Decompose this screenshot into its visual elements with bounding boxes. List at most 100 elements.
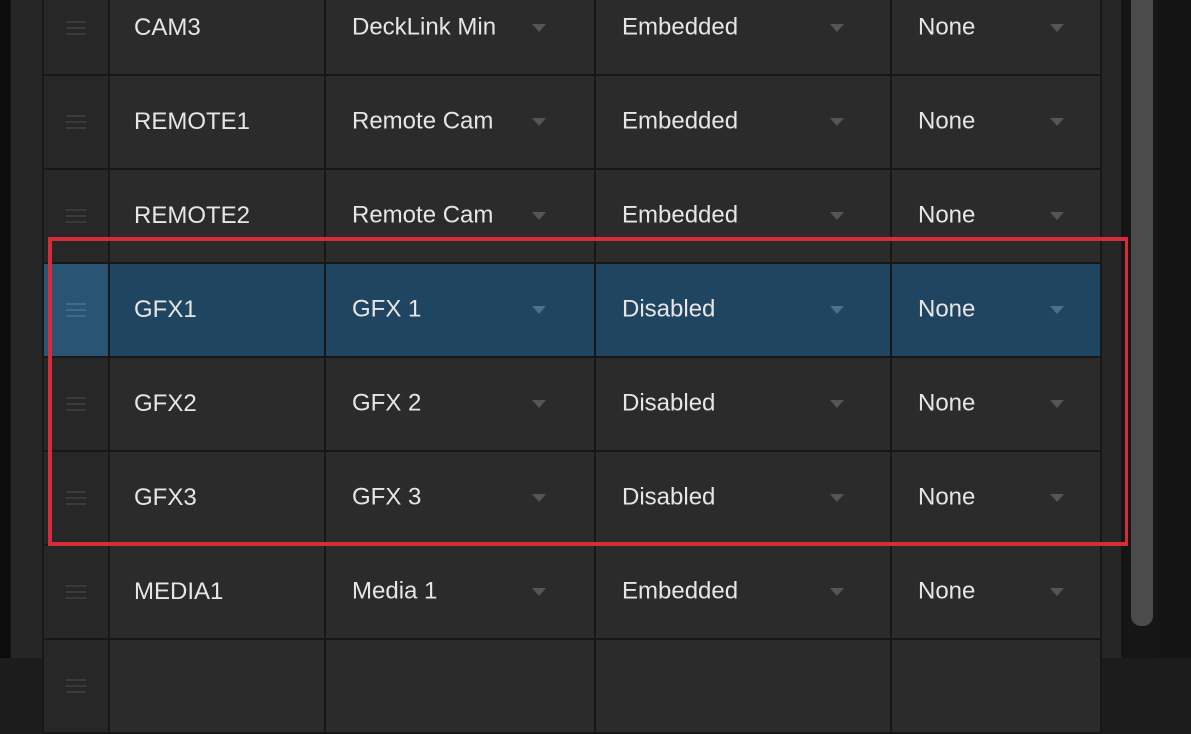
chevron-down-icon bbox=[532, 588, 546, 596]
audio-source-dropdown[interactable]: Disabled bbox=[594, 356, 892, 452]
video-source-dropdown[interactable]: Remote Cam bbox=[324, 74, 596, 170]
chevron-down-icon bbox=[830, 24, 844, 32]
input-name-cell[interactable]: GFX3 bbox=[108, 450, 326, 546]
chevron-down-icon bbox=[1050, 24, 1064, 32]
extra-option-dropdown[interactable]: None bbox=[890, 356, 1102, 452]
drag-handle[interactable] bbox=[42, 262, 110, 358]
chevron-down-icon bbox=[1050, 494, 1064, 502]
chevron-down-icon bbox=[532, 400, 546, 408]
input-name: GFX1 bbox=[134, 296, 197, 323]
drag-grip-icon bbox=[66, 21, 86, 35]
audio-source-dropdown[interactable]: Disabled bbox=[594, 450, 892, 546]
audio-source-dropdown-value: Disabled bbox=[622, 483, 716, 511]
extra-option-dropdown[interactable] bbox=[890, 638, 1102, 734]
chevron-down-icon bbox=[1050, 118, 1064, 126]
input-name: REMOTE2 bbox=[134, 202, 251, 229]
input-name: MEDIA1 bbox=[134, 578, 224, 605]
audio-source-dropdown-value: Embedded bbox=[622, 201, 739, 229]
drag-grip-icon bbox=[66, 303, 86, 317]
audio-source-dropdown[interactable]: Embedded bbox=[594, 168, 892, 264]
drag-handle[interactable] bbox=[42, 544, 110, 640]
input-name: GFX3 bbox=[134, 484, 197, 511]
chevron-down-icon bbox=[1050, 212, 1064, 220]
video-source-dropdown-value: Remote Cam bbox=[352, 107, 494, 135]
audio-source-dropdown[interactable]: Disabled bbox=[594, 262, 892, 358]
drag-handle[interactable] bbox=[42, 0, 110, 76]
video-source-dropdown[interactable] bbox=[324, 638, 596, 734]
extra-option-dropdown[interactable]: None bbox=[890, 0, 1102, 76]
drag-grip-icon bbox=[66, 209, 86, 223]
drag-grip-icon bbox=[66, 679, 86, 693]
video-source-dropdown[interactable]: DeckLink Min bbox=[324, 0, 596, 76]
audio-source-dropdown-value: Disabled bbox=[622, 389, 716, 417]
input-name-cell[interactable]: CAM3 bbox=[108, 0, 326, 76]
input-name: REMOTE1 bbox=[134, 108, 251, 135]
drag-grip-icon bbox=[66, 491, 86, 505]
extra-option-dropdown-value: None bbox=[918, 577, 976, 605]
input-name: CAM3 bbox=[134, 14, 201, 41]
table-row[interactable]: CAM3 DeckLink Min Embedded None bbox=[42, 0, 1102, 76]
audio-source-dropdown[interactable]: Embedded bbox=[594, 0, 892, 76]
chevron-down-icon bbox=[830, 212, 844, 220]
video-source-dropdown[interactable]: GFX 3 bbox=[324, 450, 596, 546]
input-name-cell[interactable]: REMOTE2 bbox=[108, 168, 326, 264]
chevron-down-icon bbox=[830, 118, 844, 126]
chevron-down-icon bbox=[830, 306, 844, 314]
drag-handle[interactable] bbox=[42, 356, 110, 452]
table-row[interactable]: GFX1 GFX 1 Disabled None bbox=[42, 262, 1102, 358]
chevron-down-icon bbox=[830, 494, 844, 502]
drag-grip-icon bbox=[66, 115, 86, 129]
audio-source-dropdown-value: Embedded bbox=[622, 13, 739, 41]
drag-handle[interactable] bbox=[42, 74, 110, 170]
drag-handle[interactable] bbox=[42, 168, 110, 264]
extra-option-dropdown[interactable]: None bbox=[890, 262, 1102, 358]
extra-option-dropdown-value: None bbox=[918, 295, 976, 323]
input-name-cell[interactable]: GFX1 bbox=[108, 262, 326, 358]
extra-option-dropdown-value: None bbox=[918, 107, 976, 135]
right-gutter bbox=[1160, 0, 1191, 658]
audio-source-dropdown[interactable]: Embedded bbox=[594, 544, 892, 640]
audio-source-dropdown[interactable] bbox=[594, 638, 892, 734]
chevron-down-icon bbox=[1050, 306, 1064, 314]
input-name-cell[interactable] bbox=[108, 638, 326, 734]
drag-grip-icon bbox=[66, 397, 86, 411]
chevron-down-icon bbox=[1050, 588, 1064, 596]
chevron-down-icon bbox=[532, 494, 546, 502]
extra-option-dropdown-value: None bbox=[918, 389, 976, 417]
extra-option-dropdown-value: None bbox=[918, 201, 976, 229]
video-source-dropdown-value: Remote Cam bbox=[352, 201, 494, 229]
scrollbar-thumb[interactable] bbox=[1131, 0, 1153, 626]
video-source-dropdown-value: GFX 1 bbox=[352, 295, 422, 323]
drag-handle[interactable] bbox=[42, 638, 110, 734]
table-row[interactable]: MEDIA1 Media 1 Embedded None bbox=[42, 544, 1102, 640]
extra-option-dropdown[interactable]: None bbox=[890, 450, 1102, 546]
video-source-dropdown[interactable]: GFX 1 bbox=[324, 262, 596, 358]
chevron-down-icon bbox=[532, 212, 546, 220]
extra-option-dropdown[interactable]: None bbox=[890, 544, 1102, 640]
extra-option-dropdown[interactable]: None bbox=[890, 168, 1102, 264]
video-source-dropdown[interactable]: GFX 2 bbox=[324, 356, 596, 452]
table-row[interactable]: GFX2 GFX 2 Disabled None bbox=[42, 356, 1102, 452]
chevron-down-icon bbox=[532, 306, 546, 314]
video-source-dropdown[interactable]: Remote Cam bbox=[324, 168, 596, 264]
input-name-cell[interactable]: MEDIA1 bbox=[108, 544, 326, 640]
chevron-down-icon bbox=[1050, 400, 1064, 408]
extra-option-dropdown-value: None bbox=[918, 13, 976, 41]
table-row[interactable]: REMOTE2 Remote Cam Embedded None bbox=[42, 168, 1102, 264]
input-name-cell[interactable]: GFX2 bbox=[108, 356, 326, 452]
audio-source-dropdown-value: Disabled bbox=[622, 295, 716, 323]
audio-source-dropdown[interactable]: Embedded bbox=[594, 74, 892, 170]
video-source-dropdown[interactable]: Media 1 bbox=[324, 544, 596, 640]
left-border bbox=[0, 0, 10, 658]
table-row[interactable] bbox=[42, 638, 1102, 734]
table-row[interactable]: GFX3 GFX 3 Disabled None bbox=[42, 450, 1102, 546]
extra-option-dropdown-value: None bbox=[918, 483, 976, 511]
audio-source-dropdown-value: Embedded bbox=[622, 107, 739, 135]
extra-option-dropdown[interactable]: None bbox=[890, 74, 1102, 170]
chevron-down-icon bbox=[830, 400, 844, 408]
video-source-dropdown-value: DeckLink Min bbox=[352, 13, 497, 41]
drag-grip-icon bbox=[66, 585, 86, 599]
table-row[interactable]: REMOTE1 Remote Cam Embedded None bbox=[42, 74, 1102, 170]
input-name-cell[interactable]: REMOTE1 bbox=[108, 74, 326, 170]
drag-handle[interactable] bbox=[42, 450, 110, 546]
